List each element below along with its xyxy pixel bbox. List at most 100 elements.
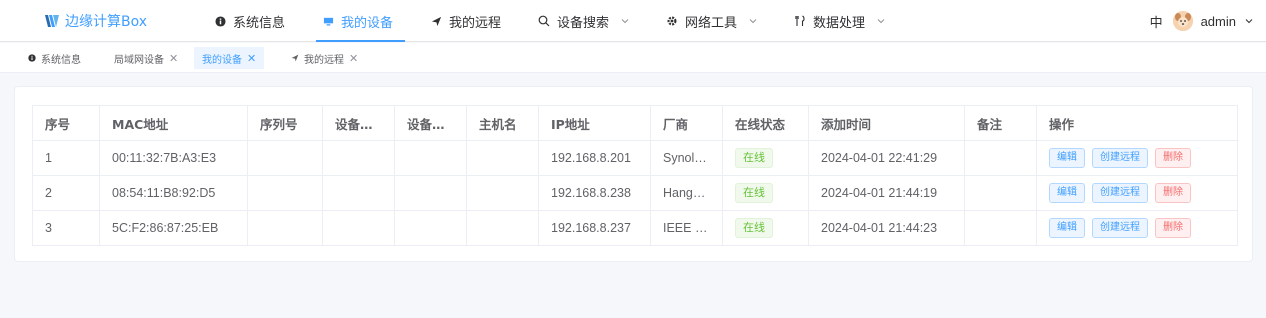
create-remote-button[interactable]: 创建远程 [1092,148,1148,168]
chevron-down-icon [749,19,757,24]
nav-label: 我的设备 [341,15,394,31]
chevron-down-icon [621,19,629,24]
info-circle-icon [214,15,226,27]
gear-icon [666,15,678,27]
cell-model [394,140,467,176]
close-icon[interactable]: ✕ [349,52,358,65]
fork-icon [794,15,806,27]
nav-label: 设备搜索 [557,15,610,31]
status-badge: 在线 [735,183,773,203]
cell-status: 在线 [722,175,809,211]
nav-data-processing[interactable]: 数据处理 [794,0,886,42]
cell-type [322,140,395,176]
send-icon [291,54,299,62]
column-header: 序号 [32,105,100,141]
nav-label: 数据处理 [813,15,866,31]
cell-no: 1 [32,140,100,176]
column-header: IP地址 [538,105,651,141]
cell-type [322,210,395,246]
cell-actions: 编辑 创建远程 删除 [1036,210,1238,246]
cell-added: 2024-04-01 21:44:19 [808,175,965,211]
cell-model [394,210,467,246]
language-switch[interactable]: 中 [1150,12,1163,31]
cell-ip: 192.168.8.237 [538,210,651,246]
edit-button[interactable]: 编辑 [1049,148,1085,168]
cell-host [466,210,539,246]
cell-status: 在线 [722,140,809,176]
table-row: 1 00:11:32:7B:A3:E3 192.168.8.201 Synolo… [32,140,1238,176]
column-header: 厂商 [650,105,723,141]
column-header: MAC地址 [99,105,248,141]
top-navbar: 边缘计算Box 系统信息 我的设备 我的远程 设备搜索 网络工具 数据处理 中 … [0,0,1266,42]
cell-added: 2024-04-01 22:41:29 [808,140,965,176]
cell-note [964,140,1037,176]
brand-title: 边缘计算Box [65,14,148,30]
nav-network-tools[interactable]: 网络工具 [666,0,758,42]
nav-label: 我的远程 [449,15,502,31]
delete-button[interactable]: 删除 [1155,183,1191,203]
status-badge: 在线 [735,218,773,238]
tag-label: 我的设备 [202,54,242,66]
cell-serial [247,210,323,246]
cell-type [322,175,395,211]
nav-system-info[interactable]: 系统信息 [214,0,285,42]
cell-vendor: Hangz… [650,175,723,211]
column-header: 备注 [964,105,1037,141]
tag-label: 系统信息 [41,54,81,66]
chevron-down-icon[interactable] [1244,16,1254,26]
column-header: 主机名 [466,105,539,141]
cell-vendor: IEEE … [650,210,723,246]
send-icon [430,15,442,27]
column-header: 设备类型 [322,105,395,141]
cell-status: 在线 [722,210,809,246]
brand-logo[interactable]: 边缘计算Box [44,11,147,31]
column-header: 在线状态 [722,105,809,141]
nav-label: 网络工具 [685,15,738,31]
create-remote-button[interactable]: 创建远程 [1092,183,1148,203]
tag-system-info[interactable]: 系统信息 [20,47,89,69]
devices-table: 序号 MAC地址 序列号 设备类型 设备型号 主机名 IP地址 厂商 在线状态 … [32,105,1238,246]
tag-my-devices[interactable]: 我的设备 ✕ [194,47,265,69]
column-header: 序列号 [247,105,323,141]
cell-no: 2 [32,175,100,211]
table-row: 3 5C:F2:86:87:25:EB 192.168.8.237 IEEE …… [32,210,1238,246]
close-icon[interactable]: ✕ [247,52,256,65]
cell-added: 2024-04-01 21:44:23 [808,210,965,246]
cell-actions: 编辑 创建远程 删除 [1036,140,1238,176]
create-remote-button[interactable]: 创建远程 [1092,218,1148,238]
avatar[interactable] [1172,11,1193,31]
tag-label: 我的远程 [304,54,344,66]
brand-logo-icon [45,15,59,27]
cell-actions: 编辑 创建远程 删除 [1036,175,1238,211]
search-icon [538,15,550,27]
nav-my-remote[interactable]: 我的远程 [430,0,501,42]
cell-host [466,175,539,211]
edit-button[interactable]: 编辑 [1049,183,1085,203]
tag-lan-devices[interactable]: 局域网设备 ✕ [106,47,186,69]
delete-button[interactable]: 删除 [1155,218,1191,238]
nav-label: 系统信息 [233,15,286,31]
cell-ip: 192.168.8.238 [538,175,651,211]
edit-button[interactable]: 编辑 [1049,218,1085,238]
chevron-down-icon [877,19,885,24]
cell-host [466,140,539,176]
cell-mac: 5C:F2:86:87:25:EB [99,210,248,246]
cell-model [394,175,467,211]
tags-view-bar: 系统信息 局域网设备 ✕ 我的设备 ✕ 我的远程 ✕ [0,43,1266,73]
status-badge: 在线 [735,148,773,168]
info-circle-icon [28,54,36,62]
username[interactable]: admin [1201,14,1236,29]
nav-my-devices[interactable]: 我的设备 [315,0,406,42]
column-header: 添加时间 [808,105,965,141]
monitor-icon [322,15,334,27]
tag-my-remote[interactable]: 我的远程 ✕ [283,47,366,69]
nav-device-search[interactable]: 设备搜索 [538,0,630,42]
close-icon[interactable]: ✕ [169,52,178,65]
cell-mac: 00:11:32:7B:A3:E3 [99,140,248,176]
tag-label: 局域网设备 [114,54,164,66]
table-row: 2 08:54:11:B8:92:D5 192.168.8.238 Hangz…… [32,175,1238,211]
delete-button[interactable]: 删除 [1155,148,1191,168]
cell-serial [247,175,323,211]
cell-no: 3 [32,210,100,246]
cell-mac: 08:54:11:B8:92:D5 [99,175,248,211]
